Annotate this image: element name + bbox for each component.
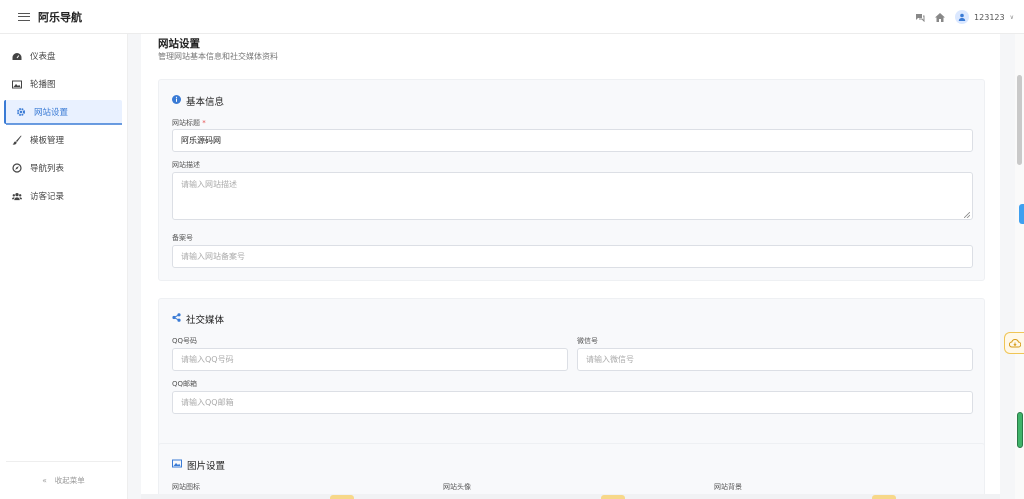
chevron-down-icon: ∨ (1009, 13, 1014, 21)
top-bar: 阿乐导航 123123 ∨ (0, 0, 1024, 34)
qq-input[interactable]: 请输入QQ号码 (172, 348, 568, 371)
basic-info-title: 基本信息 (172, 94, 224, 108)
sidebar: 仪表盘 轮播图 网站设置 模板管理 导航列表 访客记录 « 收起菜单 (0, 34, 128, 499)
sidebar-item-label: 导航列表 (30, 164, 65, 174)
icp-label: 备案号 (172, 234, 193, 242)
social-media-card: 社交媒体 QQ号码 请输入QQ号码 微信号 请输入微信号 QQ邮箱 请输入QQ邮… (158, 298, 985, 461)
qqmail-label: QQ邮箱 (172, 380, 198, 388)
side-widget-handle[interactable] (1017, 412, 1023, 448)
site-desc-textarea[interactable]: 请输入网站描述 (172, 172, 973, 220)
brand-title[interactable]: 阿乐导航 (38, 9, 82, 25)
share-icon (172, 313, 181, 325)
collapse-icon: « (42, 476, 47, 485)
sidebar-item-templates[interactable]: 模板管理 (0, 128, 127, 152)
scrollbar-thumb[interactable] (1017, 75, 1022, 165)
page-subtitle: 管理网站基本信息和社交媒体资料 (158, 52, 278, 61)
qq-label: QQ号码 (172, 337, 198, 345)
menu-icon[interactable] (18, 11, 30, 23)
wechat-label: 微信号 (577, 337, 598, 345)
icp-input[interactable]: 请输入网站备案号 (172, 245, 973, 268)
user-menu[interactable]: 123123 ∨ (955, 10, 1014, 24)
users-icon (12, 191, 22, 201)
wechat-input[interactable]: 请输入微信号 (577, 348, 973, 371)
sidebar-item-visitors[interactable]: 访客记录 (0, 184, 127, 208)
username: 123123 (974, 12, 1005, 22)
chat-icon[interactable] (915, 12, 925, 22)
site-background-label: 网站背景 (714, 483, 742, 491)
page-title: 网站设置 (158, 38, 200, 50)
sidebar-item-dashboard[interactable]: 仪表盘 (0, 44, 127, 68)
image-icon (172, 459, 182, 471)
site-icon-label: 网站图标 (172, 483, 200, 491)
sidebar-item-label: 仪表盘 (30, 52, 56, 62)
compass-icon (12, 163, 22, 173)
background-upload-handle[interactable] (872, 495, 896, 499)
social-media-title: 社交媒体 (172, 312, 224, 326)
image-settings-card: 图片设置 网站图标 网站头像 网站背景 (158, 443, 985, 499)
icon-upload-handle[interactable] (330, 495, 354, 499)
sidebar-item-nav-list[interactable]: 导航列表 (0, 156, 127, 180)
image-icon (12, 79, 22, 89)
header-actions: 123123 ∨ (915, 0, 1024, 34)
sidebar-item-carousel[interactable]: 轮播图 (0, 72, 127, 96)
resize-handle-icon[interactable] (963, 211, 971, 219)
site-desc-label: 网站描述 (172, 161, 200, 169)
basic-info-card: 基本信息 网站标题 * 阿乐源码网 网站描述 请输入网站描述 备案号 请输入网站… (158, 79, 985, 281)
image-settings-title: 图片设置 (172, 458, 225, 472)
brush-icon (12, 135, 22, 145)
site-title-input[interactable]: 阿乐源码网 (172, 129, 973, 152)
sidebar-item-label: 网站设置 (34, 108, 69, 118)
sidebar-item-site-settings[interactable]: 网站设置 (4, 100, 122, 125)
sidebar-item-label: 访客记录 (30, 192, 65, 202)
collapse-label: 收起菜单 (54, 476, 85, 485)
cloud-icon[interactable] (1004, 332, 1024, 354)
sidebar-item-label: 轮播图 (30, 80, 56, 90)
side-tab-handle[interactable] (1019, 204, 1024, 224)
info-icon (172, 95, 181, 107)
main-content: 网站设置 管理网站基本信息和社交媒体资料 基本信息 网站标题 * 阿乐源码网 网… (141, 34, 1000, 499)
gear-icon (16, 107, 26, 117)
site-avatar-label: 网站头像 (443, 483, 471, 491)
avatar-upload-handle[interactable] (601, 495, 625, 499)
qqmail-input[interactable]: 请输入QQ邮箱 (172, 391, 973, 414)
user-icon (955, 10, 970, 24)
sidebar-item-label: 模板管理 (30, 136, 65, 146)
home-icon[interactable] (935, 12, 946, 22)
site-title-label: 网站标题 * (172, 119, 206, 127)
dashboard-icon (12, 51, 22, 61)
collapse-menu-button[interactable]: « 收起菜单 (6, 461, 121, 499)
